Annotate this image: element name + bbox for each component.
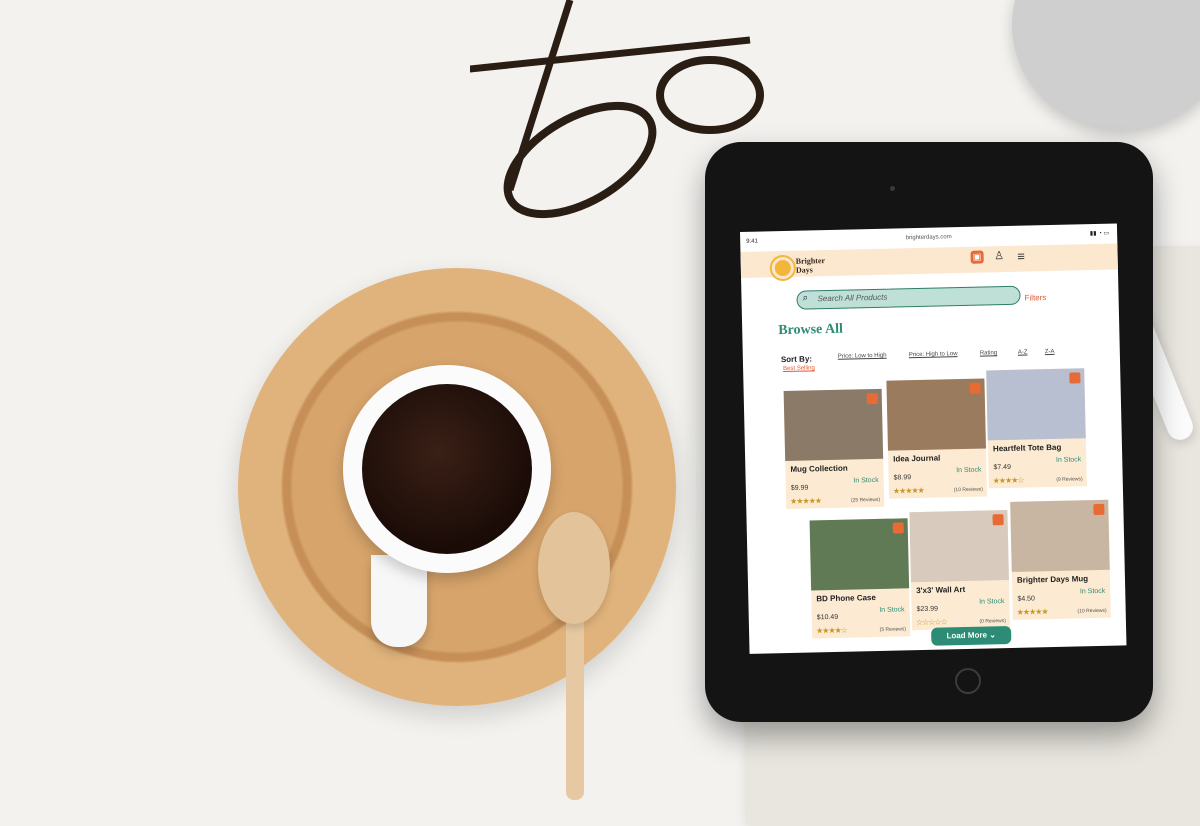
brand-line-1: Brighter [795,256,826,266]
product-card[interactable]: Brighter Days Mug $4.50 In Stock ★★★★★ (… [1010,499,1111,620]
sort-option-price-low-high[interactable]: Price: Low to High [838,353,887,360]
wooden-spoon [538,512,610,624]
brand-logo[interactable]: Brighter Days [796,256,826,275]
product-name[interactable]: 3'x3' Wall Art [916,585,965,595]
review-count[interactable]: (25 Reviews) [851,497,880,504]
camera [890,186,895,191]
sort-option-price-high-low[interactable]: Price: High to Low [909,351,958,358]
sort-option-z-a[interactable]: Z-A [1045,349,1055,355]
stock-status: In Stock [1055,456,1082,464]
star-rating: ★★★★★ [790,496,822,506]
review-count[interactable]: (0 Reviews) [979,618,1006,625]
product-price: $9.99 [790,484,809,492]
stock-status: In Stock [879,606,905,614]
product-price: $10.49 [816,613,839,622]
add-to-cart-icon[interactable] [969,382,981,394]
sort-option-best-selling[interactable]: Best Selling [783,365,815,372]
sort-label: Sort By: [780,354,813,365]
coffee [362,384,532,554]
product-name[interactable]: BD Phone Case [816,593,876,603]
product-card[interactable]: BD Phone Case $10.49 In Stock ★★★★☆ (5 R… [809,518,911,639]
add-to-cart-icon[interactable] [892,522,904,534]
search-bar[interactable]: ⌕ Search All Products [796,285,1021,310]
search-placeholder: Search All Products [817,292,888,304]
sort-option-rating[interactable]: Rating [980,350,997,356]
hamburger-menu-icon[interactable]: ≡ [1014,249,1027,264]
plant-pot [1012,0,1200,130]
review-count[interactable]: (10 Reviews) [1077,608,1106,615]
status-url[interactable]: brighterdays.com [740,230,1117,245]
star-rating: ★★★★☆ [815,625,848,636]
brand-line-2: Days [795,265,813,275]
add-to-cart-icon[interactable] [992,514,1004,526]
product-name[interactable]: Heartfelt Tote Bag [993,443,1061,454]
product-name[interactable]: Idea Journal [893,454,940,464]
star-rating: ☆☆☆☆☆ [915,617,947,628]
spoon-handle [566,610,584,800]
add-to-cart-icon[interactable] [1093,503,1105,516]
star-rating: ★★★★☆ [992,475,1024,486]
product-price: $4.50 [1017,595,1036,603]
tablet-screen: 9:41 brighterdays.com ▮▮ ◔ ▭ Brighter Da… [740,223,1127,654]
product-card[interactable]: 3'x3' Wall Art $23.99 In Stock ☆☆☆☆☆ (0 … [909,510,1011,631]
sort-option-a-z[interactable]: A-Z [1018,350,1028,356]
load-more-button[interactable]: Load More ⌄ [931,625,1012,646]
product-price: $8.99 [893,474,912,482]
stock-status: In Stock [853,476,879,485]
review-count[interactable]: (5 Reviews) [880,626,907,633]
home-button[interactable] [955,668,981,694]
shopping-bag-icon[interactable]: ▣ [970,250,984,264]
star-rating: ★★★★★ [892,485,924,496]
add-to-cart-icon[interactable] [866,392,878,405]
review-count[interactable]: (10 Reviews) [954,487,983,494]
product-card[interactable]: Mug Collection $9.99 In Stock ★★★★★ (25 … [783,388,885,510]
filters-link[interactable]: Filters [1024,293,1046,302]
product-card[interactable]: Heartfelt Tote Bag $7.49 In Stock ★★★★☆ … [986,368,1087,489]
product-name[interactable]: Brighter Days Mug [1017,574,1088,585]
product-price: $23.99 [916,605,939,614]
stock-status: In Stock [1079,587,1106,596]
review-count[interactable]: (9 Reviews) [1056,476,1083,483]
product-name[interactable]: Mug Collection [790,464,848,474]
stock-status: In Stock [979,598,1005,606]
signal-battery-icon: ▮▮ ◔ ▭ [1089,230,1110,238]
star-rating: ★★★★★ [1016,607,1048,617]
page-title: Browse All [778,321,844,339]
add-to-cart-icon[interactable] [1069,372,1081,384]
search-icon: ⌕ [802,292,809,304]
stock-status: In Stock [956,466,982,475]
user-icon[interactable]: ♙ [992,250,1005,263]
product-price: $7.49 [993,463,1012,472]
product-card[interactable]: Idea Journal $8.99 In Stock ★★★★★ (10 Re… [886,378,988,499]
